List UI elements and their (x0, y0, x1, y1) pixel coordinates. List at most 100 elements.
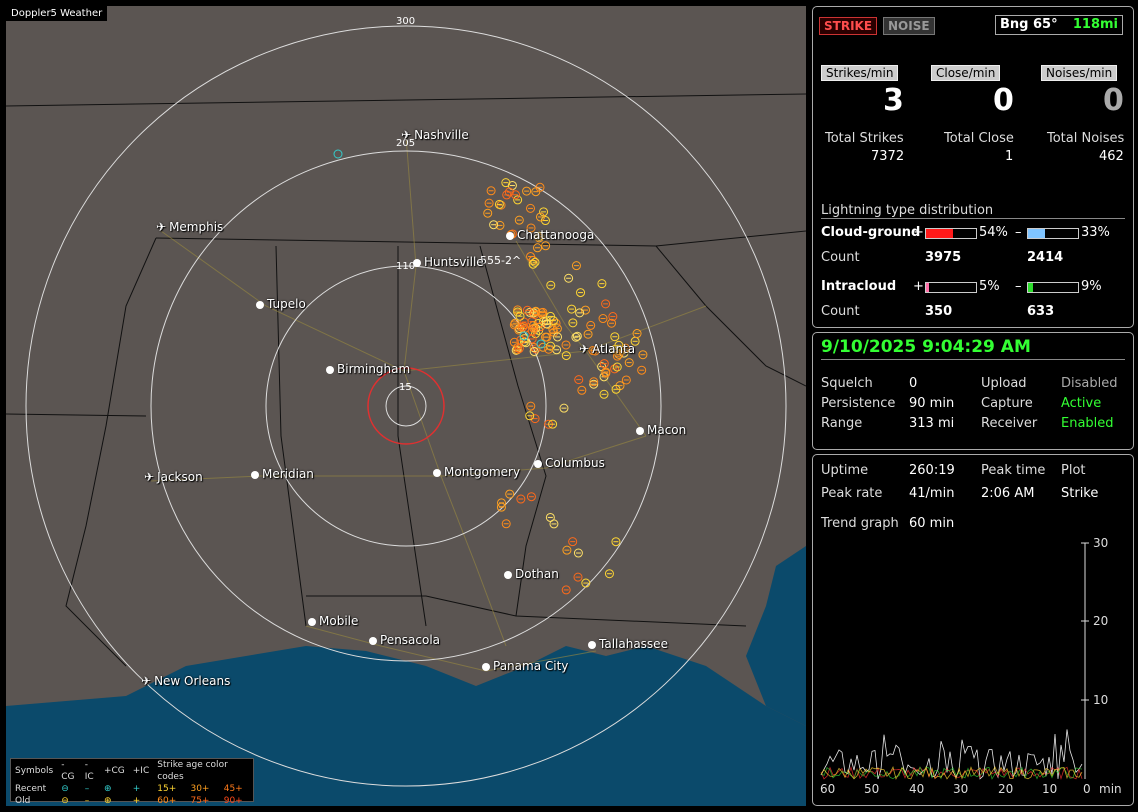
airport-icon: ✈ (141, 674, 152, 688)
city-macon: Macon (636, 423, 686, 437)
legend-old-label: Old (15, 796, 31, 806)
city-columbus: Columbus (534, 456, 605, 470)
trend-x-tick-60: 60 (820, 782, 836, 796)
trend-graph (820, 542, 1089, 781)
trend-panel: Uptime 260:19 Peak time Plot Peak rate 4… (812, 454, 1134, 806)
city-name: Memphis (169, 220, 224, 234)
airport-icon: ✈ (156, 220, 167, 234)
noise-mode-button[interactable]: NOISE (883, 17, 935, 35)
total-noises-value: 462 (1099, 149, 1124, 164)
city-birmingham: Birmingham (326, 362, 410, 376)
close-min-label: Close/min (931, 65, 1001, 81)
lightning-map[interactable]: Doppler5 Weather 300 205 110 15 555-2^ ✈… (6, 6, 806, 806)
city-new-orleans: ✈ New Orleans (141, 674, 230, 688)
recent-strike-marker (333, 149, 343, 159)
city-dot-icon (534, 460, 542, 468)
city-dot-icon (506, 232, 514, 240)
squelch-value: 0 (909, 376, 918, 391)
highways (150, 135, 707, 672)
ic-minus-sign: – (1015, 279, 1022, 294)
close-range-ring (367, 367, 445, 445)
city-name: Pensacola (380, 633, 441, 647)
city-memphis: ✈ Memphis (156, 220, 223, 234)
capture-label: Capture (981, 396, 1033, 411)
ic-negative-bar (1027, 282, 1079, 293)
ic-negative-count: 633 (1027, 304, 1055, 319)
persistence-value: 90 min (909, 396, 955, 411)
legend-recent-pos-ic-icon: + (132, 784, 141, 794)
stats-panel: STRIKE NOISE Bng 65° 118mi Strikes/min C… (812, 6, 1134, 328)
state-borders (6, 93, 806, 667)
legend-code-90: 90+ (223, 796, 243, 806)
strike-mode-button[interactable]: STRIKE (819, 17, 878, 35)
trend-y-tick-20: 20 (1093, 614, 1109, 628)
trend-y-tick-10: 10 (1093, 693, 1109, 707)
ic-count-label: Count (821, 304, 860, 319)
total-strikes-label: Total Strikes (825, 131, 904, 146)
legend-recent-pos-cg-icon: ⊕ (103, 784, 112, 794)
city-atlanta: ✈ Atlanta (579, 342, 635, 356)
legend-code-45: 45+ (223, 784, 243, 794)
legend-code-15: 15+ (157, 784, 177, 794)
symbol-legend: Symbols -CG -IC +CG +IC Strike age color… (10, 758, 254, 806)
legend-code-60: 60+ (157, 796, 177, 806)
city-name: Meridian (262, 467, 314, 481)
legend-old-neg-cg-icon: ⊖ (61, 796, 69, 806)
ic-positive-pct: 5% (979, 279, 1000, 294)
total-close-label: Total Close (944, 131, 1014, 146)
legend-code-75: 75+ (190, 796, 210, 806)
city-name: Huntsville (424, 255, 484, 269)
receiver-label: Receiver (981, 416, 1038, 431)
legend-old-pos-ic-icon: + (132, 796, 141, 806)
legend-pos-cg: +CG (103, 766, 125, 776)
legend-neg-ic: -IC (84, 760, 94, 782)
trend-lines (820, 729, 1083, 781)
ic-positive-count: 350 (925, 304, 953, 319)
close-min-value: 0 (993, 83, 1014, 118)
cg-positive-count: 3975 (925, 250, 962, 265)
status-panel: 9/10/2025 9:04:29 AM Squelch 0 Upload Di… (812, 332, 1134, 450)
trend-x-tick-50: 50 (864, 782, 880, 796)
distribution-title: Lightning type distribution (821, 203, 1125, 219)
trend-x-tick-40: 40 (909, 782, 925, 796)
cg-negative-pct: 33% (1081, 225, 1110, 240)
ic-positive-bar (925, 282, 977, 293)
total-noises-label: Total Noises (1047, 131, 1125, 146)
cg-minus-sign: – (1015, 225, 1022, 240)
range-label: Range (821, 416, 863, 431)
receiver-value: Enabled (1061, 416, 1114, 431)
city-mobile: Mobile (308, 614, 358, 628)
trend-x-unit: min (1099, 782, 1122, 796)
legend-neg-cg: -CG (61, 760, 75, 782)
city-name: Panama City (493, 659, 569, 673)
status-divider (821, 359, 1125, 360)
legend-recent-label: Recent (15, 784, 47, 794)
bearing-readout: Bng 65° 118mi (995, 15, 1123, 35)
city-dot-icon (504, 571, 512, 579)
legend-old-neg-ic-icon: – (84, 796, 90, 806)
city-name: Tallahassee (599, 637, 668, 651)
city-name: New Orleans (154, 674, 231, 688)
cg-count-label: Count (821, 250, 860, 265)
city-name: Montgomery (444, 465, 521, 479)
city-name: Tupelo (267, 297, 306, 311)
city-dot-icon (482, 663, 490, 671)
cg-negative-count: 2414 (1027, 250, 1064, 265)
ic-plus-sign: + (913, 279, 924, 294)
legend-old-pos-cg-icon: ⊕ (103, 796, 112, 806)
city-name: Chattanooga (517, 228, 595, 242)
ring-label-15: 15 (399, 382, 412, 393)
city-dothan: Dothan (504, 567, 559, 581)
cloud-ground-label: Cloud-ground (821, 225, 921, 240)
cg-negative-bar (1027, 228, 1079, 239)
datetime-display: 9/10/2025 9:04:29 AM (821, 337, 1031, 357)
cg-plus-sign: + (913, 225, 924, 240)
city-montgomery: Montgomery (433, 465, 520, 479)
city-jackson: ✈ Jackson (144, 470, 203, 484)
city-dot-icon (308, 618, 316, 626)
legend-recent-neg-cg-icon: ⊖ (61, 784, 69, 794)
ring-label-300: 300 (396, 16, 416, 27)
distance-value: 118mi (1072, 17, 1118, 32)
city-name: Columbus (545, 456, 605, 470)
city-huntsville: Huntsville (413, 255, 484, 269)
